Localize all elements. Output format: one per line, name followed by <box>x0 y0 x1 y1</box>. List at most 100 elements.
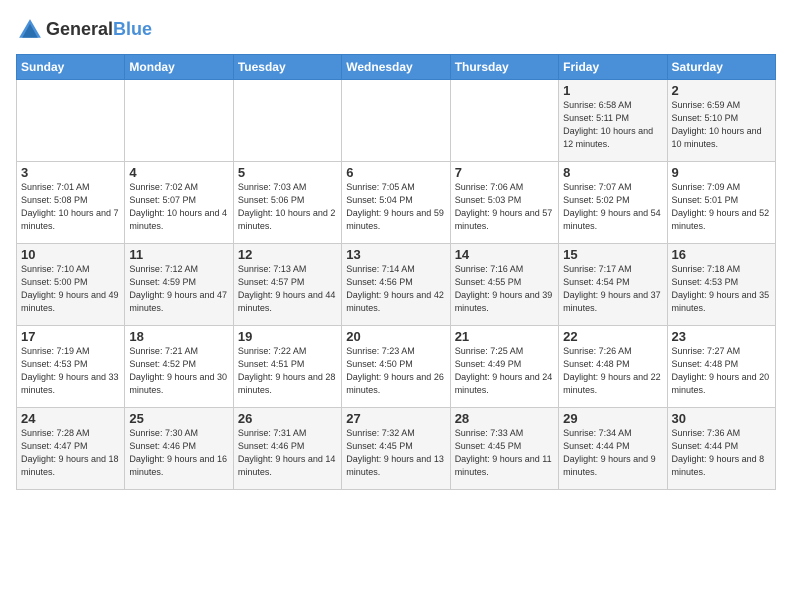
day-info: Sunrise: 7:02 AM Sunset: 5:07 PM Dayligh… <box>129 181 228 233</box>
day-number: 7 <box>455 165 554 180</box>
day-cell: 14Sunrise: 7:16 AM Sunset: 4:55 PM Dayli… <box>450 244 558 326</box>
day-cell: 22Sunrise: 7:26 AM Sunset: 4:48 PM Dayli… <box>559 326 667 408</box>
weekday-header-row: SundayMondayTuesdayWednesdayThursdayFrid… <box>17 55 776 80</box>
day-cell: 5Sunrise: 7:03 AM Sunset: 5:06 PM Daylig… <box>233 162 341 244</box>
day-info: Sunrise: 7:01 AM Sunset: 5:08 PM Dayligh… <box>21 181 120 233</box>
day-info: Sunrise: 7:12 AM Sunset: 4:59 PM Dayligh… <box>129 263 228 315</box>
day-cell: 19Sunrise: 7:22 AM Sunset: 4:51 PM Dayli… <box>233 326 341 408</box>
day-number: 18 <box>129 329 228 344</box>
day-info: Sunrise: 7:22 AM Sunset: 4:51 PM Dayligh… <box>238 345 337 397</box>
day-cell: 18Sunrise: 7:21 AM Sunset: 4:52 PM Dayli… <box>125 326 233 408</box>
day-info: Sunrise: 7:31 AM Sunset: 4:46 PM Dayligh… <box>238 427 337 479</box>
day-cell: 20Sunrise: 7:23 AM Sunset: 4:50 PM Dayli… <box>342 326 450 408</box>
day-info: Sunrise: 7:16 AM Sunset: 4:55 PM Dayligh… <box>455 263 554 315</box>
day-number: 21 <box>455 329 554 344</box>
day-info: Sunrise: 7:14 AM Sunset: 4:56 PM Dayligh… <box>346 263 445 315</box>
weekday-friday: Friday <box>559 55 667 80</box>
weekday-sunday: Sunday <box>17 55 125 80</box>
day-number: 15 <box>563 247 662 262</box>
day-info: Sunrise: 7:27 AM Sunset: 4:48 PM Dayligh… <box>672 345 771 397</box>
day-cell: 3Sunrise: 7:01 AM Sunset: 5:08 PM Daylig… <box>17 162 125 244</box>
day-info: Sunrise: 6:58 AM Sunset: 5:11 PM Dayligh… <box>563 99 662 151</box>
day-cell <box>17 80 125 162</box>
day-number: 14 <box>455 247 554 262</box>
day-info: Sunrise: 7:30 AM Sunset: 4:46 PM Dayligh… <box>129 427 228 479</box>
weekday-monday: Monday <box>125 55 233 80</box>
day-info: Sunrise: 7:23 AM Sunset: 4:50 PM Dayligh… <box>346 345 445 397</box>
calendar-body: 1Sunrise: 6:58 AM Sunset: 5:11 PM Daylig… <box>17 80 776 490</box>
day-number: 19 <box>238 329 337 344</box>
day-number: 22 <box>563 329 662 344</box>
week-row-4: 24Sunrise: 7:28 AM Sunset: 4:47 PM Dayli… <box>17 408 776 490</box>
day-cell: 10Sunrise: 7:10 AM Sunset: 5:00 PM Dayli… <box>17 244 125 326</box>
day-cell: 13Sunrise: 7:14 AM Sunset: 4:56 PM Dayli… <box>342 244 450 326</box>
day-cell: 29Sunrise: 7:34 AM Sunset: 4:44 PM Dayli… <box>559 408 667 490</box>
day-number: 27 <box>346 411 445 426</box>
day-number: 4 <box>129 165 228 180</box>
day-cell: 17Sunrise: 7:19 AM Sunset: 4:53 PM Dayli… <box>17 326 125 408</box>
day-number: 9 <box>672 165 771 180</box>
logo: GeneralBlue <box>16 16 152 44</box>
day-cell: 9Sunrise: 7:09 AM Sunset: 5:01 PM Daylig… <box>667 162 775 244</box>
logo-blue: Blue <box>113 19 152 39</box>
day-cell: 27Sunrise: 7:32 AM Sunset: 4:45 PM Dayli… <box>342 408 450 490</box>
day-info: Sunrise: 7:32 AM Sunset: 4:45 PM Dayligh… <box>346 427 445 479</box>
day-info: Sunrise: 7:34 AM Sunset: 4:44 PM Dayligh… <box>563 427 662 479</box>
day-cell: 7Sunrise: 7:06 AM Sunset: 5:03 PM Daylig… <box>450 162 558 244</box>
day-number: 10 <box>21 247 120 262</box>
day-cell: 30Sunrise: 7:36 AM Sunset: 4:44 PM Dayli… <box>667 408 775 490</box>
day-info: Sunrise: 6:59 AM Sunset: 5:10 PM Dayligh… <box>672 99 771 151</box>
day-info: Sunrise: 7:18 AM Sunset: 4:53 PM Dayligh… <box>672 263 771 315</box>
day-info: Sunrise: 7:26 AM Sunset: 4:48 PM Dayligh… <box>563 345 662 397</box>
day-number: 25 <box>129 411 228 426</box>
day-info: Sunrise: 7:03 AM Sunset: 5:06 PM Dayligh… <box>238 181 337 233</box>
day-cell: 8Sunrise: 7:07 AM Sunset: 5:02 PM Daylig… <box>559 162 667 244</box>
day-number: 12 <box>238 247 337 262</box>
day-number: 24 <box>21 411 120 426</box>
day-cell: 6Sunrise: 7:05 AM Sunset: 5:04 PM Daylig… <box>342 162 450 244</box>
weekday-thursday: Thursday <box>450 55 558 80</box>
day-cell: 1Sunrise: 6:58 AM Sunset: 5:11 PM Daylig… <box>559 80 667 162</box>
week-row-3: 17Sunrise: 7:19 AM Sunset: 4:53 PM Dayli… <box>17 326 776 408</box>
week-row-1: 3Sunrise: 7:01 AM Sunset: 5:08 PM Daylig… <box>17 162 776 244</box>
day-cell: 2Sunrise: 6:59 AM Sunset: 5:10 PM Daylig… <box>667 80 775 162</box>
day-cell: 16Sunrise: 7:18 AM Sunset: 4:53 PM Dayli… <box>667 244 775 326</box>
day-info: Sunrise: 7:36 AM Sunset: 4:44 PM Dayligh… <box>672 427 771 479</box>
day-cell: 4Sunrise: 7:02 AM Sunset: 5:07 PM Daylig… <box>125 162 233 244</box>
weekday-wednesday: Wednesday <box>342 55 450 80</box>
day-info: Sunrise: 7:05 AM Sunset: 5:04 PM Dayligh… <box>346 181 445 233</box>
day-cell: 11Sunrise: 7:12 AM Sunset: 4:59 PM Dayli… <box>125 244 233 326</box>
day-number: 29 <box>563 411 662 426</box>
page: GeneralBlue SundayMondayTuesdayWednesday… <box>0 0 792 612</box>
day-number: 26 <box>238 411 337 426</box>
day-number: 23 <box>672 329 771 344</box>
day-number: 5 <box>238 165 337 180</box>
day-number: 8 <box>563 165 662 180</box>
day-cell <box>450 80 558 162</box>
day-info: Sunrise: 7:10 AM Sunset: 5:00 PM Dayligh… <box>21 263 120 315</box>
day-number: 3 <box>21 165 120 180</box>
logo-text: GeneralBlue <box>46 20 152 40</box>
weekday-tuesday: Tuesday <box>233 55 341 80</box>
day-number: 2 <box>672 83 771 98</box>
day-cell: 25Sunrise: 7:30 AM Sunset: 4:46 PM Dayli… <box>125 408 233 490</box>
day-number: 17 <box>21 329 120 344</box>
day-cell: 24Sunrise: 7:28 AM Sunset: 4:47 PM Dayli… <box>17 408 125 490</box>
day-number: 30 <box>672 411 771 426</box>
day-cell: 15Sunrise: 7:17 AM Sunset: 4:54 PM Dayli… <box>559 244 667 326</box>
day-info: Sunrise: 7:09 AM Sunset: 5:01 PM Dayligh… <box>672 181 771 233</box>
week-row-0: 1Sunrise: 6:58 AM Sunset: 5:11 PM Daylig… <box>17 80 776 162</box>
day-cell <box>233 80 341 162</box>
day-info: Sunrise: 7:21 AM Sunset: 4:52 PM Dayligh… <box>129 345 228 397</box>
calendar-table: SundayMondayTuesdayWednesdayThursdayFrid… <box>16 54 776 490</box>
day-number: 11 <box>129 247 228 262</box>
day-number: 1 <box>563 83 662 98</box>
day-number: 13 <box>346 247 445 262</box>
day-number: 16 <box>672 247 771 262</box>
day-cell <box>125 80 233 162</box>
day-cell: 26Sunrise: 7:31 AM Sunset: 4:46 PM Dayli… <box>233 408 341 490</box>
logo-icon <box>16 16 44 44</box>
day-cell: 28Sunrise: 7:33 AM Sunset: 4:45 PM Dayli… <box>450 408 558 490</box>
day-cell: 23Sunrise: 7:27 AM Sunset: 4:48 PM Dayli… <box>667 326 775 408</box>
day-info: Sunrise: 7:19 AM Sunset: 4:53 PM Dayligh… <box>21 345 120 397</box>
